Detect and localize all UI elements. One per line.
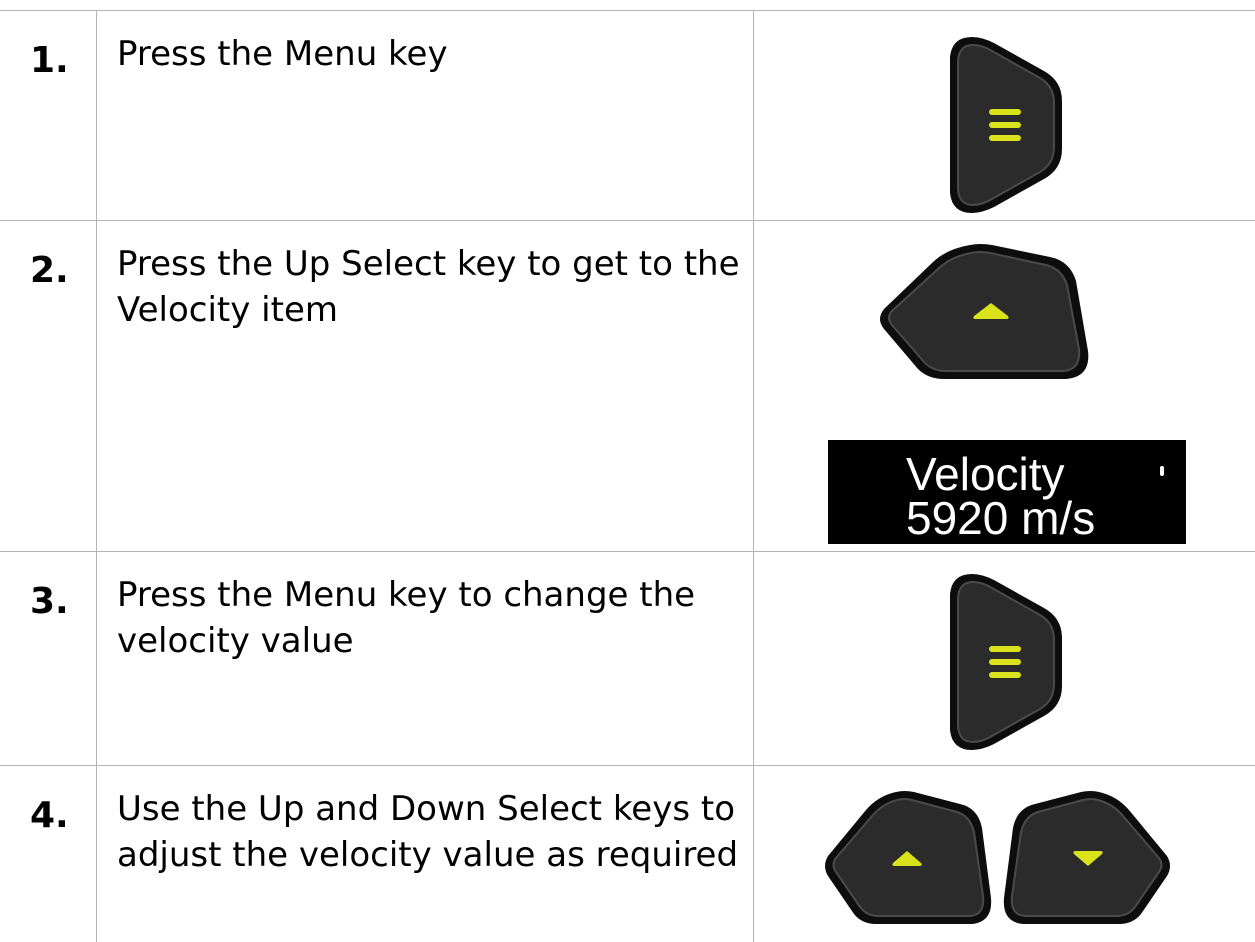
step-row: 4. Use the Up and Down Select keys to ad… [0, 766, 1255, 942]
menu-key-icon [942, 568, 1070, 756]
step-number-cell: 4. [0, 766, 97, 942]
step-number: 2. [0, 221, 96, 289]
step-image-cell: Velocity 5920 m/s [754, 221, 1255, 552]
up-select-key-icon [820, 788, 995, 942]
instructions-table: 1. Press the Menu key 2. Press the Up Se… [0, 10, 1255, 942]
step-instruction: Use the Up and Down Select keys to adjus… [97, 766, 753, 878]
step-number-cell: 2. [0, 221, 97, 552]
step-number: 4. [0, 766, 96, 834]
step-number-cell: 1. [0, 11, 97, 221]
menu-key-icon [942, 31, 1070, 219]
display-value: 5920 m/s [906, 496, 1186, 540]
step-row: 2. Press the Up Select key to get to the… [0, 221, 1255, 552]
step-instruction: Press the Menu key to change the velocit… [97, 552, 753, 664]
step-number: 1. [0, 11, 96, 79]
up-select-key-icon [874, 241, 1094, 386]
down-select-key-icon [1000, 788, 1175, 942]
step-instruction-cell: Use the Up and Down Select keys to adjus… [97, 766, 754, 942]
step-image-cell [754, 11, 1255, 221]
step-number-cell: 3. [0, 552, 97, 766]
velocity-display: Velocity 5920 m/s [828, 440, 1186, 544]
step-instruction: Press the Up Select key to get to the Ve… [97, 221, 753, 333]
step-number: 3. [0, 552, 96, 620]
step-instruction: Press the Menu key [97, 11, 753, 77]
display-cursor [1160, 466, 1164, 476]
step-image-cell [754, 766, 1255, 942]
step-row: 3. Press the Menu key to change the velo… [0, 552, 1255, 766]
display-label: Velocity [906, 452, 1186, 496]
step-instruction-cell: Press the Menu key [97, 11, 754, 221]
step-instruction-cell: Press the Up Select key to get to the Ve… [97, 221, 754, 552]
step-image-cell [754, 552, 1255, 766]
step-instruction-cell: Press the Menu key to change the velocit… [97, 552, 754, 766]
step-row: 1. Press the Menu key [0, 11, 1255, 221]
